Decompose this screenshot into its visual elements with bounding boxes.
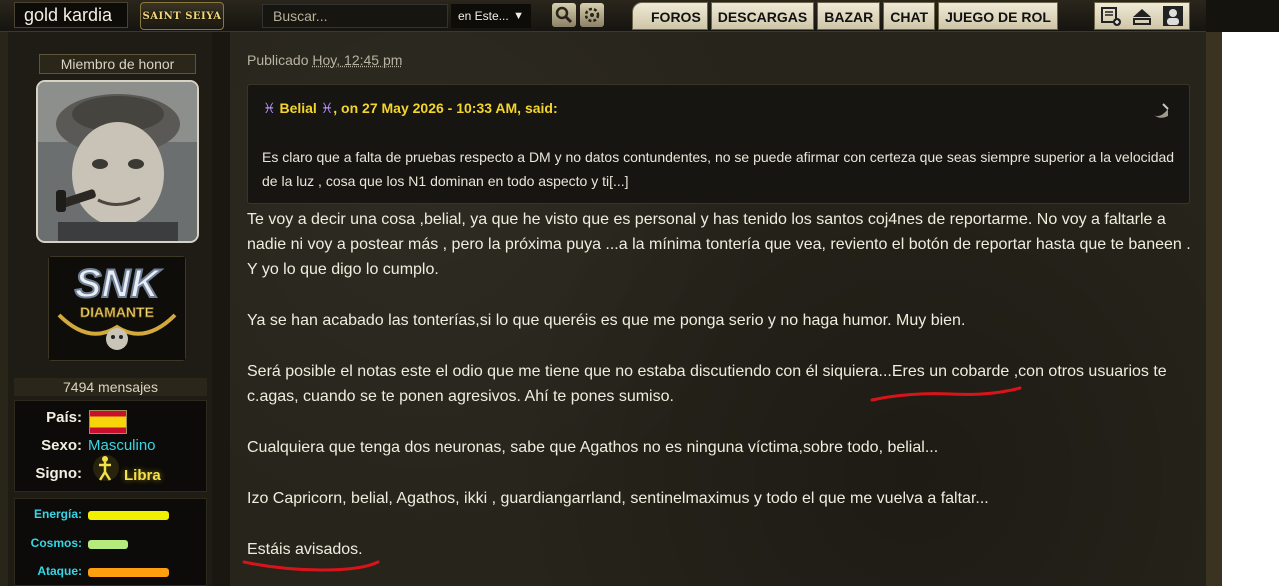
nav-foros[interactable]: FOROS [632, 2, 708, 30]
avatar[interactable] [36, 80, 199, 243]
username-label[interactable]: gold kardia [14, 2, 128, 28]
post-paragraph-6: Estáis avisados. [247, 537, 1197, 562]
user-info-box: País: Sexo: Masculino Signo: Libra [14, 400, 207, 492]
view-quote-icon[interactable] [1150, 99, 1172, 121]
quote-date: , on 27 May 2026 - 10:33 AM, said: [333, 100, 557, 116]
post-count: 7494 mensajes [14, 378, 207, 396]
post-body: Te voy a decir una cosa ,belial, ya que … [247, 207, 1197, 586]
pisces-icon: ♓ [321, 100, 334, 116]
nav-chat[interactable]: CHAT [883, 2, 935, 30]
published-prefix: Publicado [247, 52, 309, 68]
search-input[interactable] [262, 4, 448, 28]
search-button[interactable] [552, 3, 576, 27]
stat-bar-energia [88, 511, 169, 520]
post-published: Publicado Hoy, 12:45 pm [247, 52, 402, 68]
stat-label-cosmos: Cosmos: [31, 536, 82, 550]
stat-label-ataque: Ataque: [37, 564, 82, 578]
spain-flag-icon [89, 410, 127, 434]
snk-diamante-badge-image: SNK DIAMANTE [49, 257, 185, 360]
left-border [0, 32, 8, 586]
search-scope-value: en Este... [458, 9, 509, 23]
nav-descargas[interactable]: DESCARGAS [711, 2, 814, 30]
gender-label: Sexo: [41, 437, 82, 454]
site-logo[interactable]: SAINT SEIYA [140, 2, 224, 30]
post-paragraph-5: Izo Capricorn, belial, Agathos, ikki , g… [247, 486, 1197, 511]
stat-bar-cosmos [88, 540, 128, 549]
post-paragraph-2: Ya se han acabado las tonterías,si lo qu… [247, 308, 1197, 333]
profile-icon[interactable] [1162, 5, 1184, 27]
user-panel: Miembro de honor SNK DIAMANTE 7494 mensa… [8, 32, 212, 586]
pisces-icon: ♓ [263, 100, 276, 116]
top-bar: gold kardia SAINT SEIYA en Este... ▼ FOR… [0, 0, 1279, 32]
gender-value: Masculino [88, 437, 156, 454]
quote-text: Es claro que a falta de pruebas respecto… [262, 145, 1184, 193]
stat-label-energia: Energía: [34, 507, 82, 521]
quote-header: ♓ Belial ♓, on 27 May 2026 - 10:33 AM, s… [263, 100, 558, 117]
advanced-search-icon [583, 6, 601, 24]
nav-juego-de-rol[interactable]: JUEGO DE ROL [938, 2, 1058, 30]
badge-snk-diamante: SNK DIAMANTE [48, 256, 186, 361]
search-icon [555, 6, 573, 24]
search-scope-select[interactable]: en Este... ▼ [451, 4, 531, 28]
new-post-icon[interactable] [1100, 5, 1122, 27]
main-nav: FOROS DESCARGAS BAZAR CHAT JUEGO DE ROL [632, 2, 1058, 30]
stat-row-ataque: Ataque: [15, 564, 208, 580]
nav-icon-group [1094, 2, 1190, 30]
stat-row-energia: Energía: [15, 507, 208, 523]
right-border [1206, 32, 1222, 586]
quote-author[interactable]: Belial [279, 100, 316, 116]
stat-row-cosmos: Cosmos: [15, 536, 208, 552]
post-paragraph-3: Será posible el notas este el odio que m… [247, 359, 1197, 409]
libra-icon [91, 453, 121, 483]
page-background [1222, 32, 1279, 586]
badge-line1: SNK [75, 262, 163, 306]
site-logo-text: SAINT SEIYA [142, 11, 221, 22]
sign-label: Signo: [35, 465, 82, 482]
collapse-icon[interactable] [1131, 5, 1153, 27]
country-row: País: [15, 409, 208, 433]
stats-box: Energía: Cosmos: Ataque: [14, 498, 207, 586]
quote-box: ♓ Belial ♓, on 27 May 2026 - 10:33 AM, s… [247, 84, 1190, 204]
advanced-search-button[interactable] [580, 3, 604, 27]
post-area: Publicado Hoy, 12:45 pm ♓ Belial ♓, on 2… [230, 32, 1206, 586]
post-paragraph-4: Cualquiera que tenga dos neuronas, sabe … [247, 435, 1197, 460]
country-label: País: [46, 409, 82, 426]
topbar-edge [1206, 0, 1279, 32]
user-rank: Miembro de honor [39, 54, 196, 74]
sign-value: Libra [124, 467, 161, 484]
nav-bazar[interactable]: BAZAR [817, 2, 880, 30]
published-time[interactable]: Hoy, 12:45 pm [312, 52, 402, 68]
avatar-image [38, 82, 197, 241]
badge-line2: DIAMANTE [80, 304, 154, 320]
post-paragraph-1: Te voy a decir una cosa ,belial, ya que … [247, 207, 1197, 282]
stat-bar-ataque [88, 568, 169, 577]
dropdown-arrow-icon: ▼ [513, 4, 524, 28]
panel-divider [212, 32, 230, 586]
